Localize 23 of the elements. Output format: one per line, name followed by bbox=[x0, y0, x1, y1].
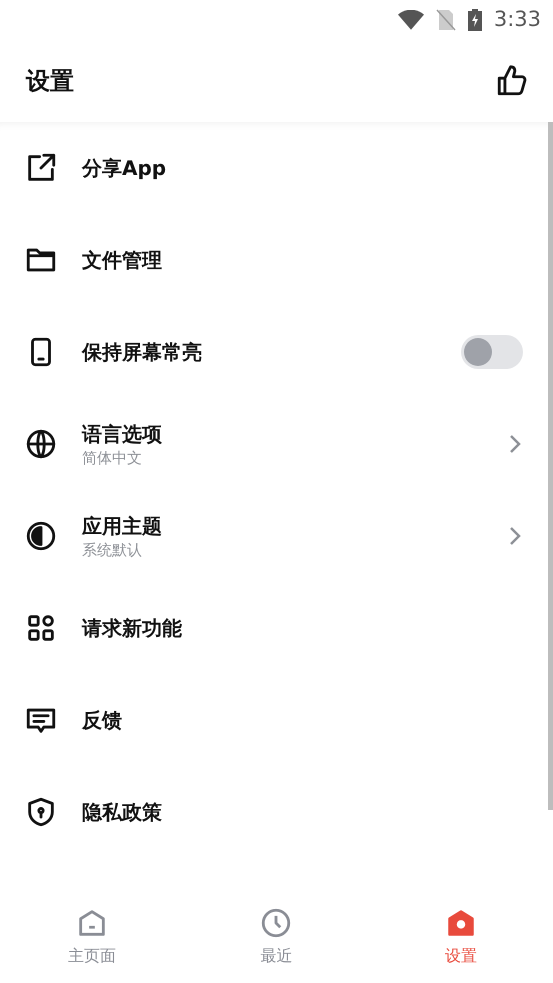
settings-label: 应用主题 bbox=[82, 513, 163, 540]
page-title: 设置 bbox=[26, 66, 74, 97]
nav-tab[interactable]: 最近 bbox=[184, 890, 369, 983]
nav-tab[interactable]: 主页面 bbox=[0, 890, 184, 983]
globe-icon bbox=[24, 427, 58, 461]
battery-charging-icon bbox=[468, 9, 482, 31]
settings-value: 简体中文 bbox=[82, 448, 143, 468]
toggle-switch[interactable] bbox=[461, 335, 523, 369]
nav-tab[interactable]: 设置 bbox=[368, 890, 553, 983]
scrollbar[interactable] bbox=[548, 122, 553, 810]
wifi-icon bbox=[398, 10, 424, 30]
status-time: 3:33 bbox=[494, 6, 541, 34]
settings-label: 隐私政策 bbox=[82, 799, 163, 826]
settings-label: 分享App bbox=[82, 155, 168, 182]
thumbs-up-icon[interactable] bbox=[495, 64, 529, 98]
settings-label: 文件管理 bbox=[82, 247, 163, 274]
settings-label: 请求新功能 bbox=[82, 615, 183, 642]
settings-value: 系统默认 bbox=[82, 540, 143, 560]
settings-label: 反馈 bbox=[82, 707, 123, 734]
no-sim-icon bbox=[436, 9, 456, 31]
settings-label: 保持屏幕常亮 bbox=[82, 339, 203, 366]
settings-label: 语言选项 bbox=[82, 421, 163, 448]
contrast-icon bbox=[24, 519, 58, 553]
